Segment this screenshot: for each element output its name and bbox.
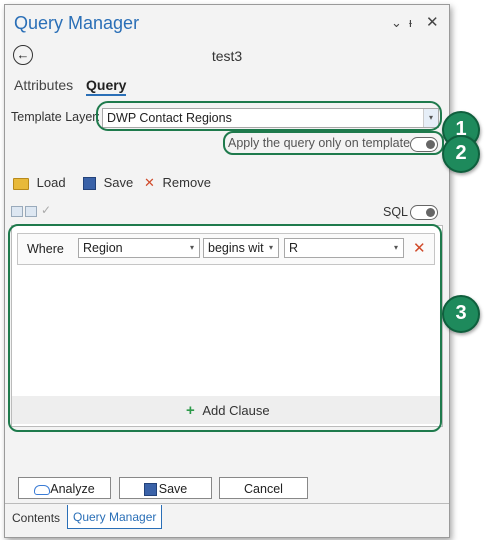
pin-icon[interactable]: ᵻ (409, 15, 412, 30)
chevron-down-icon[interactable]: ⌄ (391, 15, 402, 31)
callout-badge-2: 2 (442, 135, 480, 173)
highlight-clause-builder (8, 224, 442, 432)
remove-button[interactable]: ✕ Remove (144, 175, 211, 191)
highlight-apply-query (223, 131, 444, 155)
sql-toggle[interactable] (410, 205, 438, 220)
tab-query[interactable]: Query (86, 77, 127, 96)
folder-icon (13, 177, 29, 190)
save-icon (83, 177, 96, 191)
tab-attributes[interactable]: Attributes (14, 77, 73, 93)
cancel-button[interactable]: Cancel (219, 477, 308, 499)
bottom-tab-strip (5, 503, 449, 504)
analyze-button[interactable]: Analyze (18, 477, 111, 499)
load-button[interactable]: Load (13, 175, 66, 190)
cloud-icon (34, 484, 51, 495)
template-layer-label: Template Layer: (11, 110, 100, 124)
close-icon[interactable]: ✕ (426, 13, 439, 31)
highlight-template-layer (96, 101, 442, 131)
save-query-button[interactable]: Save (83, 175, 133, 191)
save-button[interactable]: Save (119, 477, 212, 499)
add-group-icon[interactable] (11, 206, 23, 217)
callout-badge-3: 3 (442, 295, 480, 333)
sql-label: SQL (383, 205, 409, 219)
tab-query-manager[interactable]: Query Manager (67, 505, 163, 529)
remove-group-icon[interactable] (25, 206, 37, 217)
save-icon (143, 483, 157, 497)
check-icon[interactable]: ✓ (41, 203, 51, 217)
tab-contents[interactable]: Contents (12, 511, 60, 525)
pane-title: Query Manager (14, 13, 140, 33)
x-icon: ✕ (144, 175, 155, 190)
layer-name: test3 (211, 48, 243, 64)
